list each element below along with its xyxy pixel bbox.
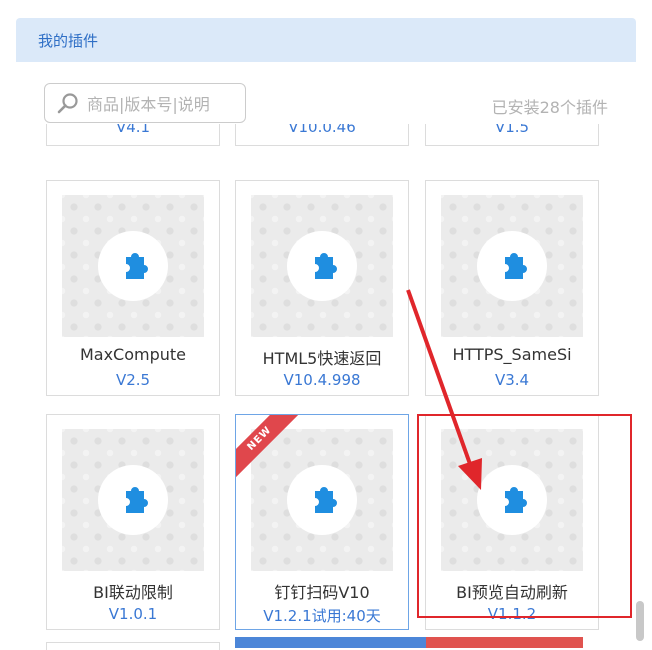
plugin-name: BI预览自动刷新 <box>456 583 568 602</box>
search-placeholder: 商品|版本号|说明 <box>87 95 210 114</box>
plugin-version: V1.5 <box>494 124 530 136</box>
puzzle-icon <box>315 487 337 513</box>
search-icon <box>57 93 78 114</box>
plugin-thumbnail <box>251 429 393 571</box>
plugin-card[interactable]: HTTPS_SameSi V3.4 <box>425 180 599 396</box>
plugin-name: HTML5快速返回 <box>262 349 382 368</box>
plugin-icon-circle <box>477 231 547 301</box>
plugin-version: V1.0.1 <box>108 605 158 623</box>
scrollbar-thumb[interactable] <box>636 601 644 641</box>
plugin-thumbnail <box>441 429 583 571</box>
plugin-card[interactable]: HTML5快速返回 V10.4.998 <box>235 180 409 396</box>
plugin-thumbnail <box>441 195 583 337</box>
puzzle-icon <box>126 487 148 513</box>
plugin-name: HTTPS_SameSi <box>452 345 572 364</box>
plugin-icon-circle <box>98 465 168 535</box>
installed-count: 已安装28个插件 <box>491 98 608 117</box>
plugin-version: V1.1.2 <box>487 605 537 623</box>
plugin-name: MaxCompute <box>79 345 187 364</box>
toolbar: 商品|版本号|说明 已安装28个插件 <box>16 62 636 124</box>
plugin-name: BI联动限制 <box>93 583 173 602</box>
plugin-version: V10.4.998 <box>283 371 361 389</box>
plugin-card[interactable]: MaxCompute V2.5 <box>46 180 220 396</box>
plugin-card[interactable]: NEW 钉钉扫码V10 V1.2.1试用:40天 <box>235 414 409 630</box>
plugin-card-partial[interactable]: V1.5 <box>425 124 599 146</box>
plugin-card-partial[interactable]: V10.0.46 <box>235 124 409 146</box>
search-input[interactable]: 商品|版本号|说明 <box>44 83 246 123</box>
puzzle-icon <box>126 253 148 279</box>
action-bar-secondary[interactable] <box>426 637 583 648</box>
plugin-icon-circle <box>287 465 357 535</box>
plugin-thumbnail <box>62 429 204 571</box>
plugin-version: V3.4 <box>494 371 530 389</box>
plugin-version: V4.1 <box>115 124 151 136</box>
plugin-icon-circle <box>477 465 547 535</box>
panel-header: 我的插件 <box>16 18 636 62</box>
puzzle-icon <box>505 487 527 513</box>
panel-title: 我的插件 <box>38 31 99 50</box>
plugin-icon-circle <box>98 231 168 301</box>
plugin-thumbnail <box>62 195 204 337</box>
plugin-card[interactable]: BI预览自动刷新 V1.1.2 <box>425 414 599 630</box>
plugin-icon-circle <box>287 231 357 301</box>
plugin-version: V2.5 <box>115 371 151 389</box>
puzzle-icon <box>315 253 337 279</box>
plugin-name: 钉钉扫码V10 <box>274 583 370 602</box>
plugin-grid: V4.1 V10.0.46 V1.5 MaxCompute V2.5 HTML5… <box>0 124 600 630</box>
action-bar-primary[interactable] <box>235 637 427 648</box>
plugin-card-partial-bottom[interactable] <box>46 642 220 650</box>
puzzle-icon <box>505 253 527 279</box>
plugin-card[interactable]: BI联动限制 V1.0.1 <box>46 414 220 630</box>
action-bar-partial[interactable] <box>235 637 583 648</box>
plugin-card-partial[interactable]: V4.1 <box>46 124 220 146</box>
plugin-thumbnail <box>251 195 393 337</box>
plugin-version: V10.0.46 <box>288 124 356 136</box>
plugin-version: V1.2.1试用:40天 <box>263 607 381 625</box>
